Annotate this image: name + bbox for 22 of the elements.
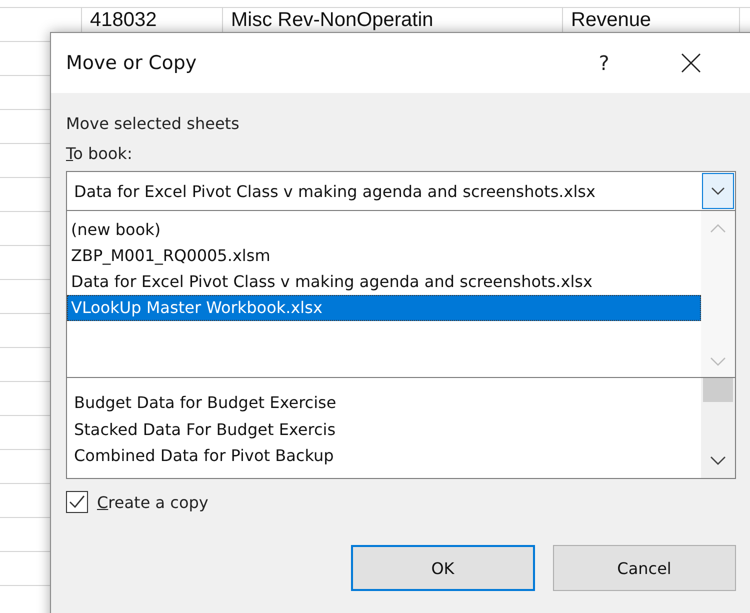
sheet-list-item[interactable]: Combined Data for Pivot Backup bbox=[74, 443, 701, 470]
close-button[interactable] bbox=[681, 53, 701, 73]
dropdown-option[interactable]: Data for Excel Pivot Class v making agenda and screenshots.xlsx bbox=[67, 269, 701, 295]
sheet-list-item[interactable]: Stacked Data For Budget Exercis bbox=[74, 416, 701, 443]
dropdown-button[interactable] bbox=[702, 173, 734, 209]
checkbox[interactable] bbox=[66, 491, 88, 513]
checkbox-label[interactable]: Create a copy bbox=[97, 492, 208, 512]
chevron-down-icon bbox=[711, 186, 725, 196]
dropdown-option[interactable]: ZBP_M001_RQ0005.xlsm bbox=[67, 243, 701, 269]
dropdown-option[interactable]: (new book) bbox=[67, 217, 701, 243]
cancel-button[interactable]: Cancel bbox=[552, 545, 736, 591]
ok-button[interactable]: OK bbox=[351, 545, 535, 591]
help-button[interactable]: ? bbox=[589, 51, 619, 75]
window-title: Move or Copy bbox=[66, 52, 198, 74]
scroll-down-icon[interactable] bbox=[710, 456, 726, 466]
book-dropdown[interactable]: Data for Excel Pivot Class v making agenda and screenshots.xlsx bbox=[66, 171, 736, 211]
field-label: To book: bbox=[66, 143, 134, 165]
scroll-thumb[interactable] bbox=[703, 378, 733, 402]
section-label: Move selected sheets bbox=[66, 113, 240, 135]
close-icon bbox=[681, 53, 701, 73]
sheet-list-item[interactable]: Budget Data for Budget Exercise bbox=[74, 390, 701, 416]
dropdown-option[interactable]: VLookUp Master Workbook.xlsx bbox=[67, 295, 701, 321]
